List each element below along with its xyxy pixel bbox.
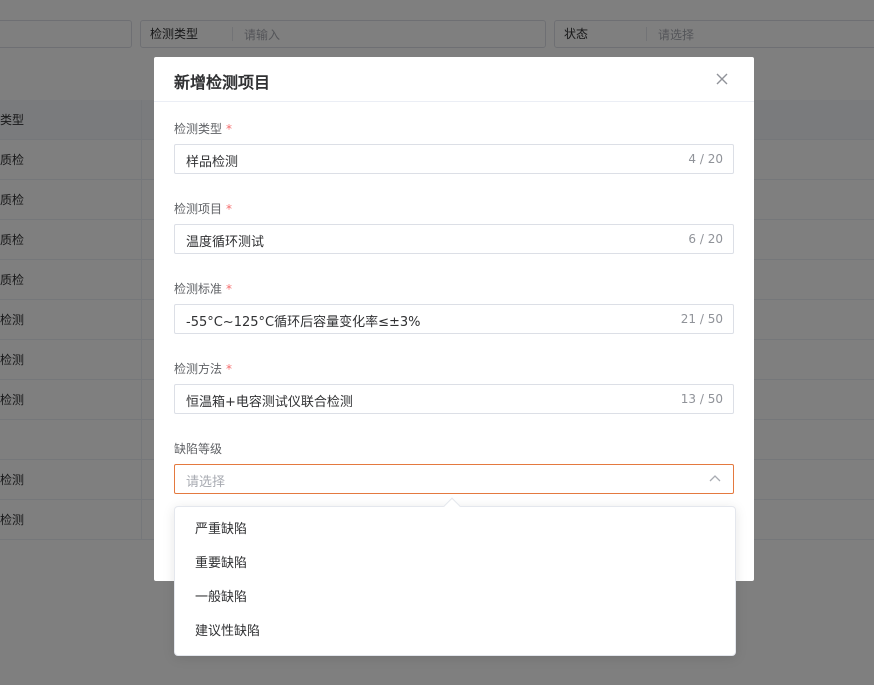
inspection-standard-input[interactable]: -55°C~125°C循环后容量变化率≤±3% 21 / 50	[174, 304, 734, 334]
inspection-type-input[interactable]: 样品检测 4 / 20	[174, 144, 734, 174]
dialog-header: 新增检测项目	[154, 57, 754, 102]
dropdown-option[interactable]: 一般缺陷	[175, 581, 735, 615]
input-value: 恒温箱+电容测试仪联合检测	[186, 395, 353, 410]
char-count: 6 / 20	[688, 232, 723, 246]
char-count: 13 / 50	[680, 392, 723, 406]
input-value: -55°C~125°C循环后容量变化率≤±3%	[186, 315, 421, 330]
char-count: 4 / 20	[688, 152, 723, 166]
defect-level-dropdown: 严重缺陷 重要缺陷 一般缺陷 建议性缺陷	[174, 506, 736, 656]
dropdown-option[interactable]: 重要缺陷	[175, 547, 735, 581]
char-count: 21 / 50	[680, 312, 723, 326]
dialog-title: 新增检测项目	[174, 73, 271, 92]
inspection-method-label: 检测方法 *	[174, 362, 233, 376]
required-mark: *	[226, 282, 233, 296]
inspection-method-input[interactable]: 恒温箱+电容测试仪联合检测 13 / 50	[174, 384, 734, 414]
input-value: 样品检测	[186, 155, 239, 170]
dropdown-option[interactable]: 建议性缺陷	[175, 615, 735, 649]
select-placeholder: 请选择	[186, 475, 226, 490]
inspection-standard-label: 检测标准 *	[174, 282, 233, 296]
inspection-item-label: 检测项目 *	[174, 202, 233, 216]
close-icon[interactable]	[714, 71, 730, 87]
required-mark: *	[226, 362, 233, 376]
required-mark: *	[226, 122, 233, 136]
dropdown-option[interactable]: 严重缺陷	[175, 513, 735, 547]
inspection-item-input[interactable]: 温度循环测试 6 / 20	[174, 224, 734, 254]
defect-level-select[interactable]: 请选择	[174, 464, 734, 494]
chevron-up-icon	[709, 475, 721, 482]
defect-level-label: 缺陷等级	[174, 442, 223, 456]
inspection-type-label: 检测类型 *	[174, 122, 233, 136]
required-mark: *	[226, 202, 233, 216]
input-value: 温度循环测试	[186, 235, 265, 250]
